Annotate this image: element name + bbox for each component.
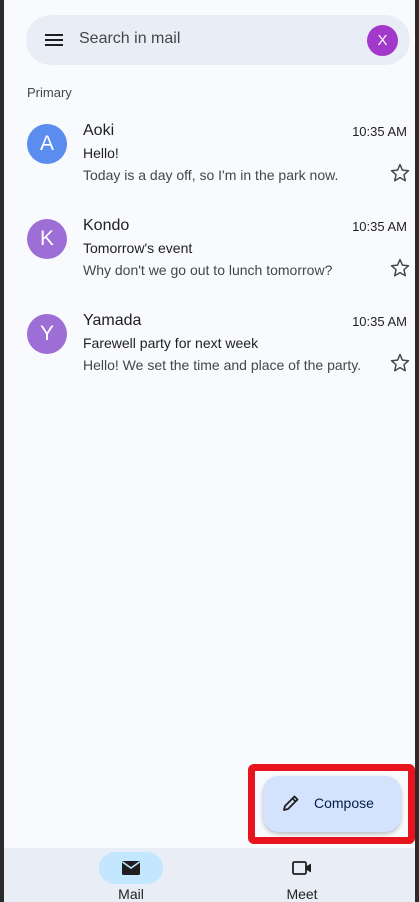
- email-row[interactable]: Y Yamada 10:35 AM Farewell party for nex…: [8, 310, 419, 402]
- search-bar[interactable]: Search in mail X: [26, 15, 410, 65]
- star-icon[interactable]: [389, 257, 411, 279]
- pencil-icon: [283, 795, 299, 811]
- star-icon[interactable]: [389, 162, 411, 184]
- email-snippet: Why don't we go out to lunch tomorrow?: [83, 262, 333, 278]
- email-subject: Tomorrow's event: [83, 240, 193, 256]
- email-row[interactable]: A Aoki 10:35 AM Hello! Today is a day of…: [8, 120, 419, 212]
- email-row[interactable]: K Kondo 10:35 AM Tomorrow's event Why do…: [8, 215, 419, 307]
- mail-icon: [122, 861, 140, 875]
- compose-button[interactable]: Compose: [263, 776, 401, 832]
- search-input[interactable]: Search in mail: [79, 30, 180, 48]
- email-time: 10:35 AM: [352, 124, 407, 139]
- nav-item-mail[interactable]: Mail: [66, 848, 196, 902]
- account-avatar[interactable]: X: [367, 25, 398, 56]
- nav-label: Mail: [118, 886, 144, 902]
- compose-label: Compose: [314, 795, 374, 811]
- email-time: 10:35 AM: [352, 314, 407, 329]
- email-subject: Farewell party for next week: [83, 335, 259, 351]
- nav-label: Meet: [286, 886, 318, 902]
- email-subject: Hello!: [83, 145, 119, 161]
- email-time: 10:35 AM: [352, 219, 407, 234]
- menu-icon[interactable]: [44, 30, 64, 50]
- sender-avatar: A: [27, 124, 67, 164]
- email-snippet: Hello! We set the time and place of the …: [83, 357, 362, 373]
- sender-avatar: Y: [27, 314, 67, 354]
- nav-item-meet[interactable]: Meet: [237, 848, 367, 902]
- email-snippet: Today is a day off, so I'm in the park n…: [83, 167, 339, 183]
- video-icon: [292, 861, 311, 875]
- section-label-primary: Primary: [27, 85, 72, 100]
- email-sender: Kondo: [83, 217, 130, 234]
- sender-avatar: K: [27, 219, 67, 259]
- email-sender: Yamada: [83, 312, 142, 329]
- email-sender: Aoki: [83, 122, 115, 139]
- star-icon[interactable]: [389, 352, 411, 374]
- bottom-navigation: Mail Meet: [4, 848, 415, 902]
